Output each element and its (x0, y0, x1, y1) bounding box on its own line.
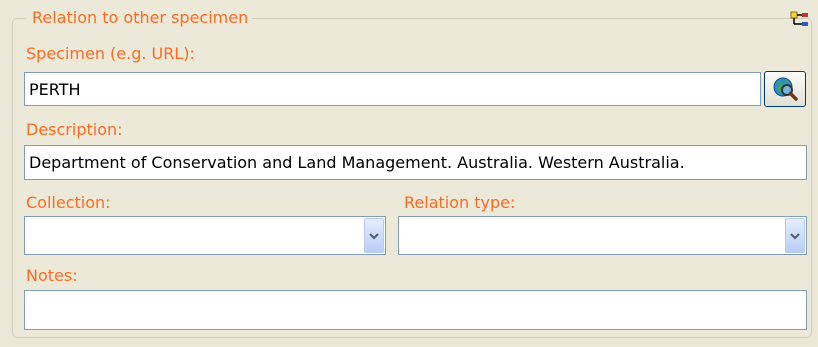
group-title: Relation to other specimen (26, 7, 253, 29)
notes-label: Notes: (26, 266, 78, 285)
collection-select[interactable] (24, 216, 386, 255)
notes-input[interactable] (24, 290, 807, 330)
description-input[interactable]: Department of Conservation and Land Mana… (24, 145, 807, 180)
relation-panel: Relation to other specimen Specimen (e.g… (0, 0, 818, 347)
chevron-down-icon (790, 232, 800, 240)
lookup-button[interactable] (764, 71, 806, 107)
relation-type-label: Relation type: (404, 193, 516, 212)
globe-search-icon (773, 77, 798, 101)
collection-label: Collection: (26, 193, 111, 212)
collection-dropdown-button[interactable] (364, 218, 384, 253)
specimen-input[interactable]: PERTH (24, 72, 761, 106)
relation-tree-icon[interactable] (788, 10, 810, 28)
specimen-label: Specimen (e.g. URL): (26, 44, 195, 63)
description-label: Description: (26, 120, 123, 139)
relation-type-select[interactable] (398, 216, 807, 255)
relation-type-dropdown-button[interactable] (785, 218, 805, 253)
chevron-down-icon (369, 232, 379, 240)
